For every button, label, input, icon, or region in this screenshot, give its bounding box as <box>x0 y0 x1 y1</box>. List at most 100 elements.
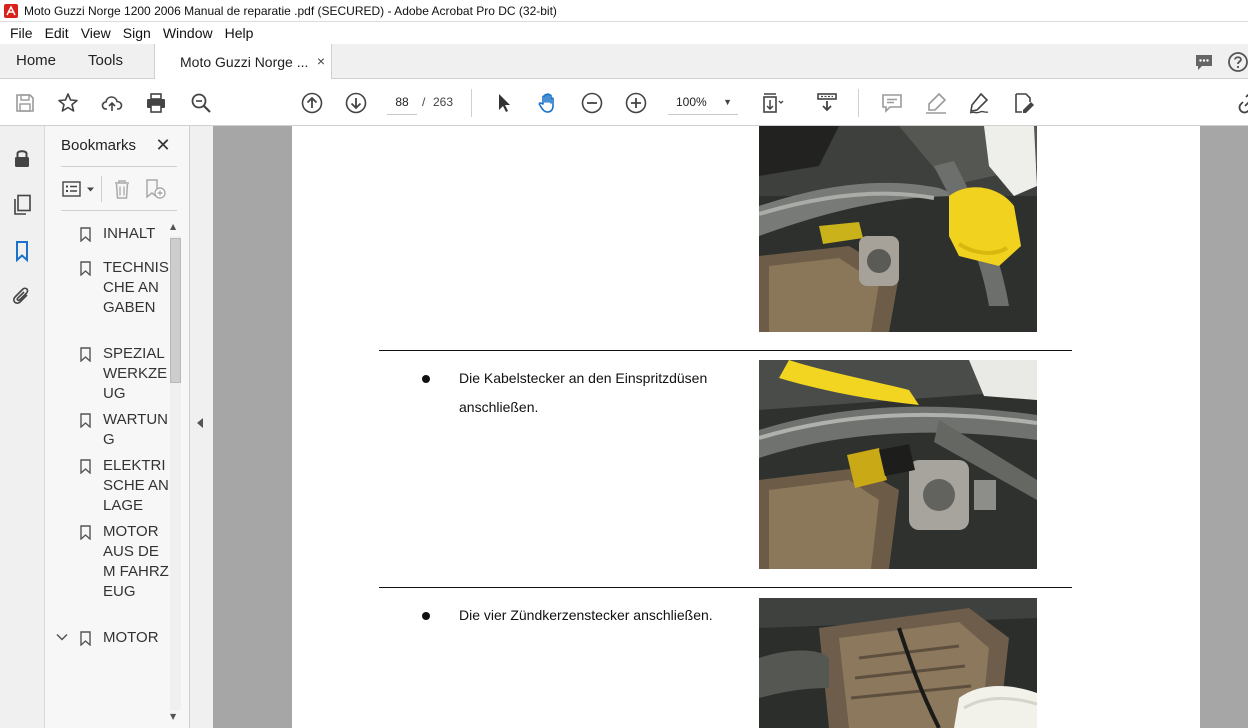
zoom-out-button[interactable] <box>580 91 604 115</box>
bookmark-icon <box>80 631 91 646</box>
options-list-icon[interactable] <box>61 178 83 200</box>
arrow-up-circle-icon <box>301 92 323 114</box>
tab-tools[interactable]: Tools <box>88 44 123 78</box>
bookmark-star-button[interactable] <box>56 91 80 115</box>
fit-page-icon <box>763 93 784 113</box>
comment-icon <box>882 94 902 113</box>
engine-photo-1-image <box>759 126 1037 332</box>
document-viewport[interactable]: Die Kabelstecker an den Einspritzdüsen a… <box>213 126 1248 728</box>
menu-edit[interactable]: Edit <box>39 25 75 41</box>
upload-button[interactable] <box>100 91 124 115</box>
close-tab-icon[interactable]: × <box>317 53 325 69</box>
save-icon <box>16 94 34 112</box>
hand-icon <box>538 93 554 113</box>
divider <box>61 166 177 167</box>
collapse-left-icon[interactable] <box>197 418 203 428</box>
scrolling-mode-button[interactable] <box>815 91 839 115</box>
tab-document-label: Moto Guzzi Norge ... <box>180 53 309 70</box>
bookmark-label: MOTOR AUS DEM FAHRZEUG <box>103 523 169 600</box>
page-fit-button[interactable] <box>760 91 784 115</box>
star-icon <box>58 93 78 112</box>
pdf-page: Die Kabelstecker an den Einspritzdüsen a… <box>292 126 1200 728</box>
bullet-point <box>422 612 430 620</box>
select-tool-button[interactable] <box>492 91 516 115</box>
next-page-button[interactable] <box>344 91 368 115</box>
menu-window[interactable]: Window <box>157 25 219 41</box>
highlight-button[interactable] <box>924 91 948 115</box>
bookmark-icon <box>80 413 91 428</box>
bookmark-icon <box>80 227 91 242</box>
bookmarks-toolbar <box>59 176 177 202</box>
engine-photo-3-image <box>759 598 1037 728</box>
panel-collapse-handle[interactable] <box>190 126 213 728</box>
scroll-down-icon[interactable]: ▼ <box>170 712 176 721</box>
zoom-value: 100% <box>676 95 707 109</box>
acrobat-app-icon <box>4 3 18 18</box>
navigation-rail <box>0 126 45 728</box>
link-button[interactable] <box>1236 91 1248 115</box>
fill-sign-button[interactable] <box>967 91 991 115</box>
bookmark-label: ELEKTRISCHE ANLAGE <box>103 457 169 514</box>
help-icon[interactable] <box>1227 51 1248 73</box>
scroll-up-icon[interactable]: ▲ <box>170 222 176 231</box>
total-pages: 263 <box>433 95 454 109</box>
printer-icon <box>147 93 165 113</box>
zoom-select[interactable]: 100% ▼ <box>668 89 738 115</box>
step-text-1: Die Kabelstecker an den Einspritzdüsen a… <box>459 370 708 415</box>
lock-icon[interactable] <box>10 146 34 170</box>
bookmark-icon <box>80 261 91 276</box>
bookmark-icon <box>80 459 91 474</box>
pen-sign-icon <box>969 92 989 114</box>
highlighter-icon <box>926 92 947 114</box>
menu-file[interactable]: File <box>4 25 39 41</box>
title-bar: Moto Guzzi Norge 1200 2006 Manual de rep… <box>0 0 1248 22</box>
bookmark-icon <box>80 525 91 540</box>
toolbar-separator <box>101 176 102 202</box>
section-divider <box>379 587 1072 588</box>
magnifier-icon <box>191 93 211 113</box>
bookmark-icon <box>80 347 91 362</box>
tab-bar: Home Tools Moto Guzzi Norge ... × <box>0 44 1248 79</box>
bookmark-label: MOTOR <box>103 629 159 646</box>
zoom-in-button[interactable] <box>624 91 648 115</box>
engine-photo-1 <box>759 126 1037 332</box>
find-zoom-button[interactable] <box>189 91 213 115</box>
section-divider <box>379 350 1072 351</box>
comment-bubble-icon[interactable] <box>1193 51 1215 73</box>
close-panel-icon[interactable]: ✕ <box>153 135 173 156</box>
tab-document[interactable]: Moto Guzzi Norge ... × <box>154 44 332 79</box>
chevron-down-icon: ▼ <box>723 97 732 107</box>
print-button[interactable] <box>144 91 168 115</box>
chevron-down-icon[interactable] <box>55 630 69 644</box>
scroll-mode-icon <box>817 93 837 112</box>
hand-tool-button[interactable] <box>536 91 560 115</box>
bookmark-panel-icon[interactable] <box>10 239 34 263</box>
paperclip-icon[interactable] <box>10 285 34 309</box>
tab-home[interactable]: Home <box>16 44 56 78</box>
edit-pdf-button[interactable] <box>1012 91 1036 115</box>
engine-photo-2 <box>759 360 1037 569</box>
scrollbar-thumb[interactable] <box>170 238 181 383</box>
toolbar-separator <box>471 89 472 117</box>
comment-button[interactable] <box>880 91 904 115</box>
bookmarks-scrollbar[interactable]: ▲ ▼ <box>167 218 183 728</box>
divider <box>61 210 177 211</box>
main-toolbar <box>0 80 1248 126</box>
menu-sign[interactable]: Sign <box>117 25 157 41</box>
previous-page-button[interactable] <box>300 91 324 115</box>
engine-photo-3 <box>759 598 1037 728</box>
cursor-arrow-icon <box>499 94 510 112</box>
new-bookmark-icon[interactable] <box>143 178 167 200</box>
save-button[interactable] <box>13 91 37 115</box>
chevron-down-icon[interactable] <box>86 185 95 194</box>
menu-view[interactable]: View <box>75 25 117 41</box>
cloud-upload-icon <box>101 96 123 111</box>
pages-icon[interactable] <box>10 193 34 217</box>
menu-help[interactable]: Help <box>219 25 260 41</box>
toolbar-separator <box>858 89 859 117</box>
trash-icon[interactable] <box>111 178 133 200</box>
engine-photo-2-image <box>759 360 1037 569</box>
step-text-2: Die vier Zündkerzenstecker anschließen. <box>459 607 713 623</box>
window-title: Moto Guzzi Norge 1200 2006 Manual de rep… <box>24 3 557 18</box>
page-number-input[interactable] <box>387 89 417 115</box>
